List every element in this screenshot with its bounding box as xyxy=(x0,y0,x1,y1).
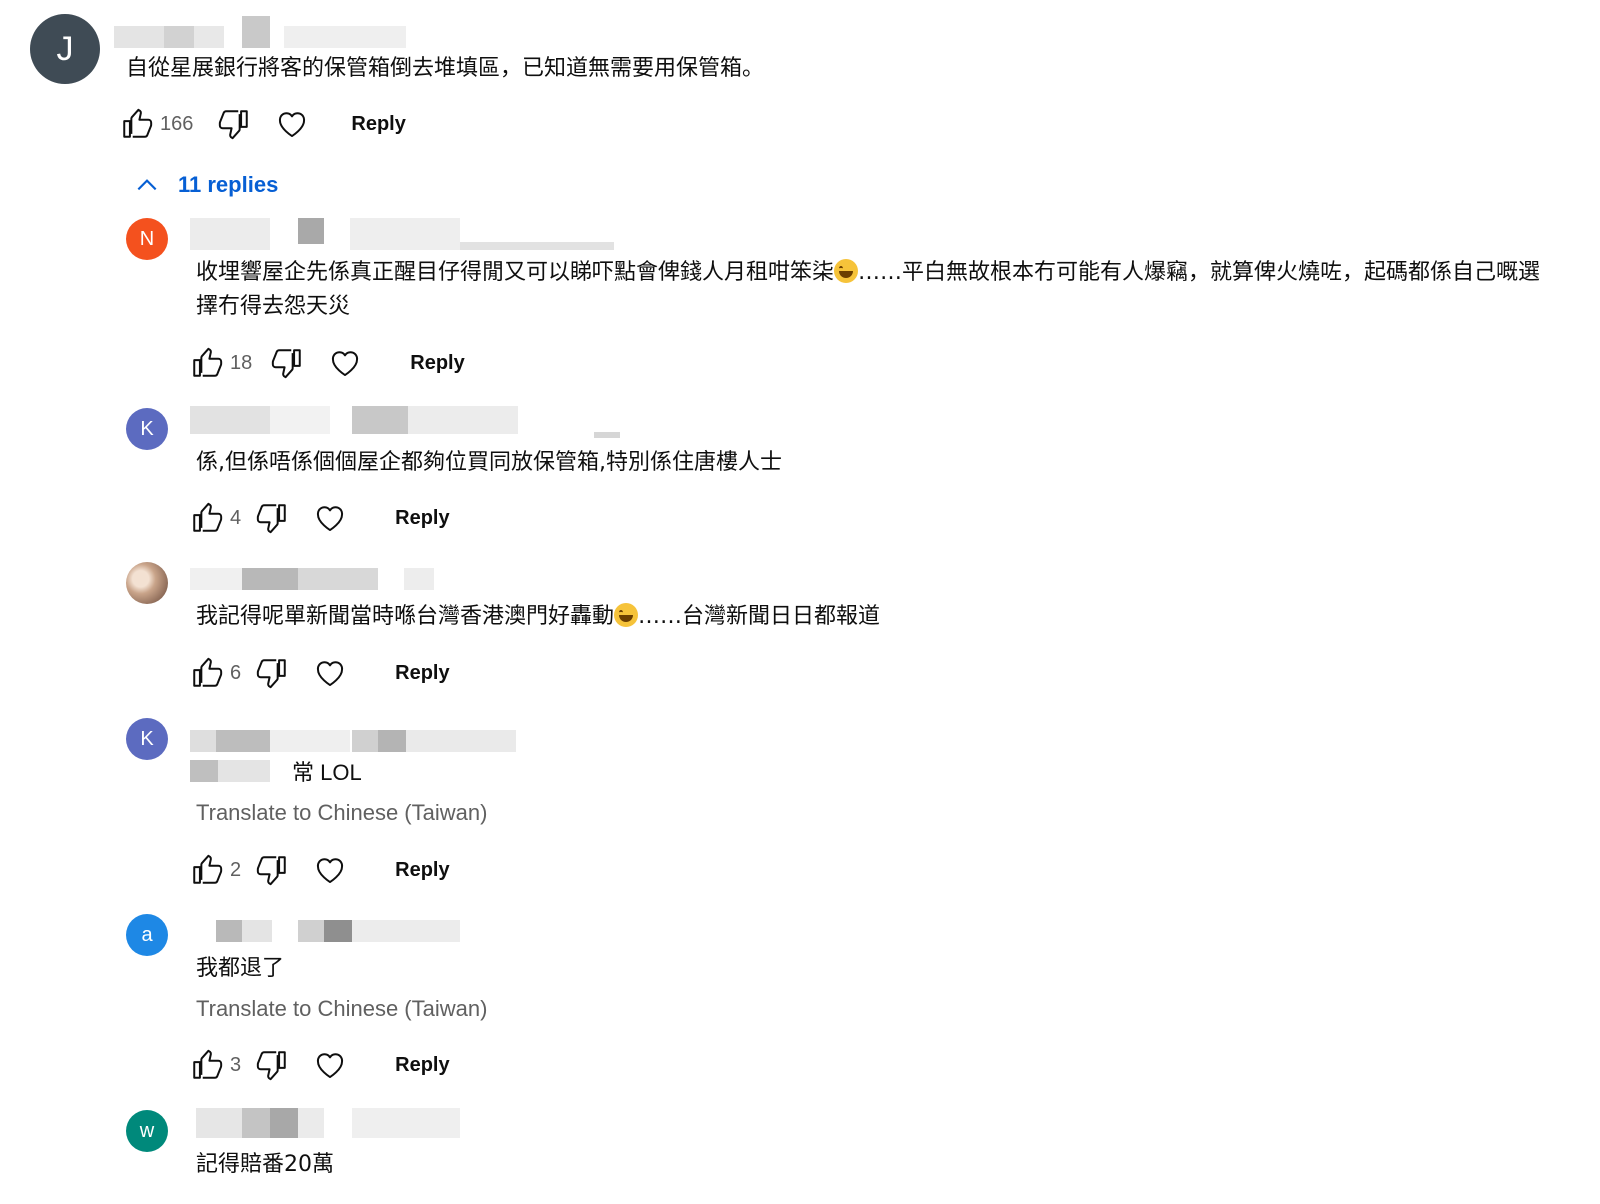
laughing-emoji-icon xyxy=(614,603,639,627)
like-button[interactable] xyxy=(188,344,226,382)
heart-button[interactable] xyxy=(273,105,311,143)
author-name-redacted[interactable] xyxy=(190,406,620,438)
thumbs-up-icon xyxy=(190,853,224,887)
avatar[interactable]: K xyxy=(126,408,168,450)
comment-actions: 6 Reply xyxy=(188,654,450,692)
author-name-redacted[interactable] xyxy=(190,218,614,250)
dislike-button[interactable] xyxy=(253,851,291,889)
thumbs-up-icon xyxy=(190,1048,224,1082)
comment-actions: 3 Reply xyxy=(188,1046,450,1084)
like-count: 2 xyxy=(230,858,242,881)
avatar[interactable]: w xyxy=(126,1110,168,1152)
thumbs-down-icon xyxy=(255,656,289,690)
heart-icon xyxy=(313,501,347,535)
like-count: 3 xyxy=(230,1053,242,1076)
avatar[interactable]: a xyxy=(126,914,168,956)
comment-actions: 4 Reply xyxy=(188,499,450,537)
heart-button[interactable] xyxy=(311,499,349,537)
dislike-button[interactable] xyxy=(253,499,291,537)
like-count: 6 xyxy=(230,661,242,684)
translate-link[interactable]: Translate to Chinese (Taiwan) xyxy=(196,800,487,826)
like-button[interactable] xyxy=(188,499,226,537)
avatar-letter: J xyxy=(56,29,74,68)
thumbs-down-icon xyxy=(255,501,289,535)
comment-actions: 2 Reply xyxy=(188,851,450,889)
comment-text: 常 LOL xyxy=(292,760,362,785)
avatar-letter: w xyxy=(139,1119,155,1142)
heart-button[interactable] xyxy=(326,344,364,382)
dislike-button[interactable] xyxy=(253,654,291,692)
like-button[interactable] xyxy=(188,851,226,889)
reply-button[interactable]: Reply xyxy=(410,352,464,375)
thumbs-down-icon xyxy=(217,107,251,141)
avatar[interactable]: K xyxy=(126,718,168,760)
author-name-redacted[interactable] xyxy=(196,1108,486,1138)
thumbs-down-icon xyxy=(255,853,289,887)
thumbs-up-icon xyxy=(120,107,154,141)
chevron-up-icon xyxy=(137,179,157,191)
heart-icon xyxy=(313,656,347,690)
reply-button[interactable]: Reply xyxy=(351,113,405,136)
comment-text: 係,但係唔係個個屋企都夠位買同放保管箱,特別係住唐樓人士 xyxy=(196,450,782,475)
replies-count-label: 11 replies xyxy=(178,172,279,197)
thumbs-down-icon xyxy=(270,346,304,380)
like-button[interactable] xyxy=(188,654,226,692)
author-name-redacted[interactable] xyxy=(114,16,406,48)
heart-button[interactable] xyxy=(311,654,349,692)
reply-button[interactable]: Reply xyxy=(395,507,449,530)
comment-text: 收埋響屋企先係真正醒目仔得閒又可以睇吓點會俾錢人月租咁笨柒 ……平白無故根本冇可能… xyxy=(196,259,1541,319)
comment-text: 記得賠番20萬 xyxy=(196,1152,334,1177)
heart-icon xyxy=(313,1048,347,1082)
comment-text: 自從星展銀行將客的保管箱倒去堆填區，已知道無需要用保管箱。 xyxy=(126,56,765,81)
comment-text: 我都退了 xyxy=(196,956,285,981)
like-count: 18 xyxy=(230,351,253,374)
like-count: 166 xyxy=(160,112,194,135)
heart-icon xyxy=(328,346,362,380)
like-button[interactable] xyxy=(188,1046,226,1084)
reply-button[interactable]: Reply xyxy=(395,662,449,685)
comment-text-redacted xyxy=(190,760,286,782)
heart-icon xyxy=(275,107,309,141)
comment-actions: 18 Reply xyxy=(188,344,465,382)
reply-button[interactable]: Reply xyxy=(395,1054,449,1077)
avatar[interactable]: J xyxy=(30,14,100,84)
avatar[interactable] xyxy=(126,562,168,604)
heart-button[interactable] xyxy=(311,1046,349,1084)
avatar-letter: K xyxy=(140,417,154,440)
thumbs-up-icon xyxy=(190,501,224,535)
like-button[interactable] xyxy=(118,105,156,143)
thumbs-up-icon xyxy=(190,346,224,380)
translate-link[interactable]: Translate to Chinese (Taiwan) xyxy=(196,996,487,1022)
avatar-letter: N xyxy=(139,227,155,250)
dislike-button[interactable] xyxy=(268,344,306,382)
dislike-button[interactable] xyxy=(253,1046,291,1084)
heart-button[interactable] xyxy=(311,851,349,889)
avatar-letter: a xyxy=(141,923,153,946)
dislike-button[interactable] xyxy=(215,105,253,143)
like-count: 4 xyxy=(230,506,242,529)
reply-button[interactable]: Reply xyxy=(395,859,449,882)
author-name-redacted[interactable] xyxy=(190,920,460,942)
author-name-redacted[interactable] xyxy=(190,568,434,590)
laughing-emoji-icon xyxy=(834,259,859,283)
heart-icon xyxy=(313,853,347,887)
author-name-redacted[interactable] xyxy=(190,730,540,752)
comment-actions: 166 Reply xyxy=(118,105,406,143)
replies-toggle[interactable]: 11 replies xyxy=(134,172,278,198)
thumbs-down-icon xyxy=(255,1048,289,1082)
comment-text: 我記得呢單新聞當時喺台灣香港澳門好轟動 ……台灣新聞日日都報道 xyxy=(196,603,881,629)
thumbs-up-icon xyxy=(190,656,224,690)
avatar-letter: K xyxy=(140,727,154,750)
avatar[interactable]: N xyxy=(126,218,168,260)
